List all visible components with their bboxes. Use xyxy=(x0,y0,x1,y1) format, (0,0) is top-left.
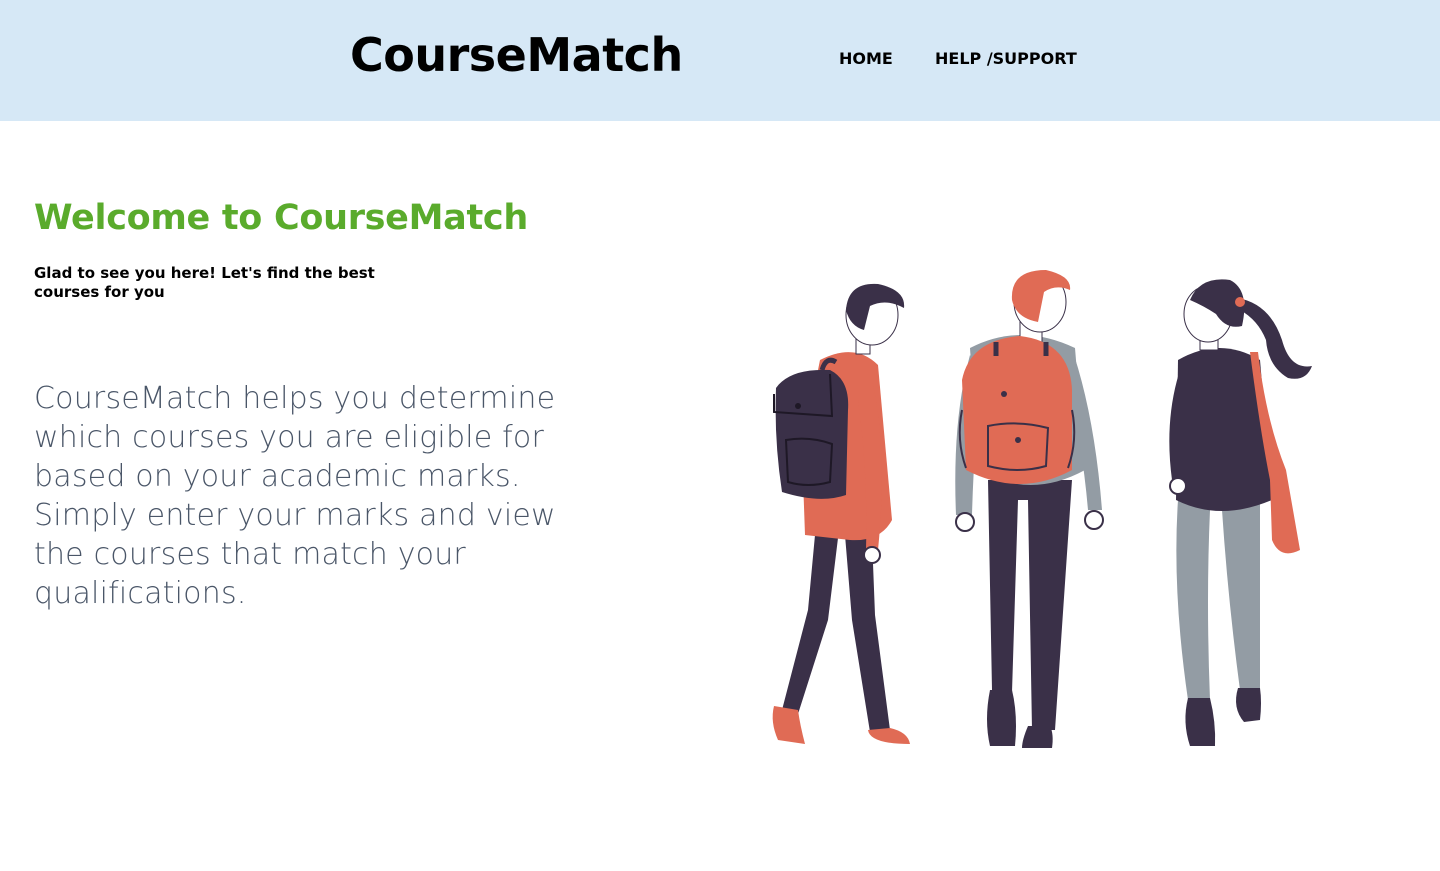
site-header: CourseMatch HOME HELP /SUPPORT xyxy=(0,0,1440,121)
nav-home-link[interactable]: HOME xyxy=(839,49,893,68)
students-walking-illustration xyxy=(772,270,1312,748)
welcome-tagline: Glad to see you here! Let's find the bes… xyxy=(34,264,375,301)
student-left-figure xyxy=(772,283,910,744)
description-text: CourseMatch helps you determine which co… xyxy=(34,381,556,611)
welcome-heading: Welcome to CourseMatch xyxy=(34,198,528,238)
nav-help-support-link[interactable]: HELP /SUPPORT xyxy=(935,49,1077,68)
student-middle-figure xyxy=(955,270,1104,748)
student-right-figure xyxy=(1169,279,1312,746)
site-logo[interactable]: CourseMatch xyxy=(350,28,683,82)
